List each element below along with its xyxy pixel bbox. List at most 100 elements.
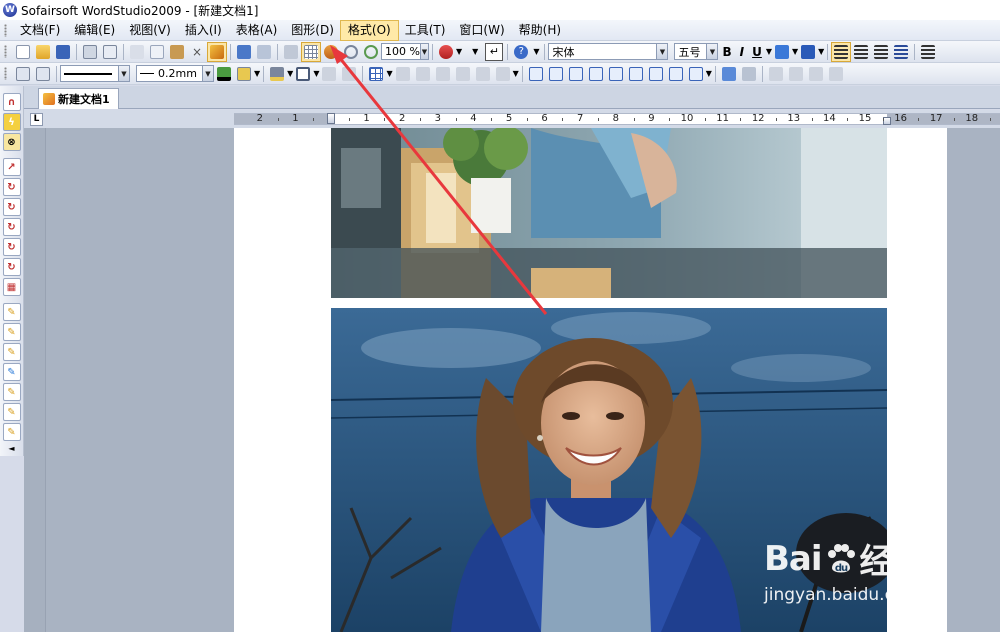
align-right-button[interactable] [872, 43, 890, 61]
chevron-down-icon[interactable]: ▼ [513, 69, 519, 78]
chevron-down-icon[interactable]: ▼ [656, 44, 668, 59]
redo-button[interactable] [255, 43, 273, 61]
border-style-button[interactable] [294, 65, 312, 83]
toolbar-grip-icon[interactable] [4, 67, 7, 80]
chevron-down-icon[interactable]: ▼ [533, 47, 539, 56]
magnet-icon[interactable]: ∩ [2, 93, 21, 111]
underline-button[interactable]: U [752, 45, 762, 59]
font-color-button[interactable] [799, 43, 817, 61]
paint-bucket-button[interactable] [268, 65, 286, 83]
left-indent-marker[interactable] [327, 113, 335, 124]
chevron-down-icon[interactable]: ▼ [456, 47, 462, 56]
insert-picture-button[interactable] [322, 43, 340, 61]
align-left-button[interactable] [831, 41, 852, 62]
tab-stop-selector[interactable]: L [30, 113, 43, 126]
font-name-select[interactable]: 宋体 ▼ [548, 43, 669, 60]
cell-align-7-button[interactable] [647, 65, 665, 83]
chevron-down-icon[interactable]: ▼ [254, 69, 260, 78]
pencil-2-icon[interactable]: ✎ [2, 323, 21, 341]
format-painter-button[interactable] [207, 41, 227, 62]
print-button[interactable] [81, 43, 99, 61]
pencil-4-icon[interactable]: ✎ [2, 363, 21, 381]
menu-insert[interactable]: 插入(I) [178, 21, 229, 40]
new-document-button[interactable] [14, 43, 32, 61]
bullet-list-button[interactable] [919, 43, 937, 61]
bold-button[interactable]: B [722, 45, 731, 59]
paragraph-mark-button[interactable]: ↵ [485, 42, 504, 61]
pencil-1-icon[interactable]: ✎ [2, 303, 21, 321]
line-color-button[interactable] [215, 65, 233, 83]
font-size-select[interactable]: 五号 ▼ [674, 43, 719, 60]
fill-button[interactable] [235, 65, 253, 83]
image-properties-button[interactable] [720, 65, 738, 83]
pencil-6-icon[interactable]: ✎ [2, 403, 21, 421]
stamp-icon[interactable]: ⊗ [2, 133, 21, 151]
undo-button[interactable] [235, 43, 253, 61]
document-image-1[interactable] [331, 128, 887, 298]
document-page[interactable]: Bai du 经验 jingyan.baidu.com [234, 128, 947, 632]
connector-7-icon[interactable]: ▦ [2, 278, 21, 296]
align-center-button[interactable] [852, 43, 870, 61]
italic-button[interactable]: I [740, 45, 744, 59]
tab-new-document[interactable]: 新建文档1 [38, 88, 119, 109]
toolbar-grip-icon[interactable] [4, 45, 7, 58]
menu-graphics[interactable]: 图形(D) [284, 21, 341, 40]
chevron-down-icon[interactable]: ▼ [313, 69, 319, 78]
connector-3-icon[interactable]: ↻ [2, 198, 21, 216]
menu-table[interactable]: 表格(A) [229, 21, 285, 40]
chevron-down-icon[interactable]: ▼ [118, 66, 129, 81]
cell-align-6-button[interactable] [627, 65, 645, 83]
chevron-down-icon[interactable]: ▼ [472, 47, 478, 56]
open-button[interactable] [34, 43, 52, 61]
chevron-down-icon[interactable]: ▼ [706, 44, 718, 59]
edit-shape-button[interactable] [34, 65, 52, 83]
cell-align-9-button[interactable] [687, 65, 705, 83]
chevron-down-icon[interactable]: ▼ [287, 69, 293, 78]
connector-5-icon[interactable]: ↻ [2, 238, 21, 256]
connector-2-icon[interactable]: ↻ [2, 178, 21, 196]
pencil-7-icon[interactable]: ✎ [2, 423, 21, 441]
connector-1-icon[interactable]: ↗ [2, 158, 21, 176]
copy-button[interactable] [148, 43, 166, 61]
zoom-select[interactable]: 100 % ▼ [381, 43, 429, 60]
right-indent-marker[interactable] [883, 117, 891, 125]
highlight-button[interactable] [773, 43, 791, 61]
chevron-down-icon[interactable]: ▼ [419, 44, 428, 59]
menu-document[interactable]: 文档(F) [13, 21, 67, 40]
menu-view[interactable]: 视图(V) [122, 21, 178, 40]
chevron-down-icon[interactable]: ▼ [818, 47, 824, 56]
connector-6-icon[interactable]: ↻ [2, 258, 21, 276]
pencil-3-icon[interactable]: ✎ [2, 343, 21, 361]
help-button[interactable]: ? [512, 43, 530, 61]
chevron-down-icon[interactable]: ▼ [792, 47, 798, 56]
justify-button[interactable] [892, 43, 910, 61]
menu-format[interactable]: 格式(O) [339, 19, 399, 41]
pencil-5-icon[interactable]: ✎ [2, 383, 21, 401]
line-width-select[interactable]: 0.2mm ▼ [136, 65, 214, 82]
chevron-down-icon[interactable]: ▼ [202, 66, 213, 81]
menu-grip-icon[interactable] [4, 23, 7, 37]
cell-align-8-button[interactable] [667, 65, 685, 83]
cut-button[interactable] [128, 43, 146, 61]
save-button[interactable] [54, 43, 72, 61]
grid-button[interactable] [301, 41, 321, 62]
cell-align-1-button[interactable] [527, 65, 545, 83]
menu-window[interactable]: 窗口(W) [452, 21, 511, 40]
cell-align-5-button[interactable] [607, 65, 625, 83]
clear-format-button[interactable] [282, 43, 300, 61]
cell-align-4-button[interactable] [587, 65, 605, 83]
insert-symbol-button[interactable] [437, 43, 455, 61]
chevron-down-icon[interactable]: ▼ [766, 47, 772, 56]
zoom-out-button[interactable] [362, 43, 380, 61]
horizontal-ruler[interactable]: 2 1 1 2 3 4 5 6 7 8 9 10 11 12 13 14 15 16 17 18 [234, 113, 1000, 125]
cell-align-2-button[interactable] [547, 65, 565, 83]
chevron-down-icon[interactable]: ▼ [706, 69, 712, 78]
chevron-left-icon[interactable]: ◄ [8, 444, 14, 453]
chevron-down-icon[interactable]: ▼ [386, 69, 392, 78]
print-preview-button[interactable] [101, 43, 119, 61]
lightning-icon[interactable]: ϟ [2, 113, 21, 131]
menu-tools[interactable]: 工具(T) [398, 21, 453, 40]
zoom-in-button[interactable] [342, 43, 360, 61]
edit-object-button[interactable] [14, 65, 32, 83]
cell-align-3-button[interactable] [567, 65, 585, 83]
